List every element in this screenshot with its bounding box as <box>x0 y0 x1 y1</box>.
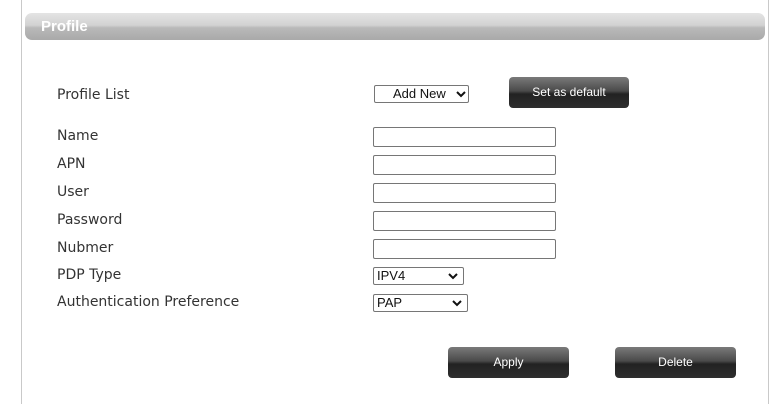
auth-preference-select[interactable]: PAP <box>373 294 468 312</box>
chevron-down-icon <box>456 91 466 98</box>
auth-preference-selected: PAP <box>377 295 403 310</box>
pdp-type-selected: IPV4 <box>377 268 406 283</box>
delete-button[interactable]: Delete <box>615 347 736 378</box>
pdp-type-label: PDP Type <box>57 267 122 283</box>
panel-header: Profile <box>25 13 765 40</box>
user-label: User <box>57 184 89 200</box>
pdp-type-select[interactable]: IPV4 <box>373 267 464 285</box>
password-label: Password <box>57 212 123 228</box>
chevron-down-icon <box>452 300 462 307</box>
auth-preference-label: Authentication Preference <box>57 294 240 310</box>
set-as-default-button[interactable]: Set as default <box>509 77 629 108</box>
name-label: Name <box>57 128 99 144</box>
profile-list-select[interactable]: Add New <box>374 85 469 103</box>
name-input[interactable] <box>373 127 556 147</box>
apn-input[interactable] <box>373 155 556 175</box>
profile-list-label: Profile List <box>57 87 130 103</box>
user-input[interactable] <box>373 183 556 203</box>
number-label: Nubmer <box>57 240 114 256</box>
apply-button[interactable]: Apply <box>448 347 569 378</box>
apn-label: APN <box>57 156 86 172</box>
profile-list-selected: Add New <box>393 86 446 101</box>
password-input[interactable] <box>373 211 556 231</box>
number-input[interactable] <box>373 239 556 259</box>
panel-title: Profile <box>41 18 88 35</box>
chevron-down-icon <box>448 273 458 280</box>
page: Profile Profile List Add New Set as defa… <box>0 0 773 404</box>
